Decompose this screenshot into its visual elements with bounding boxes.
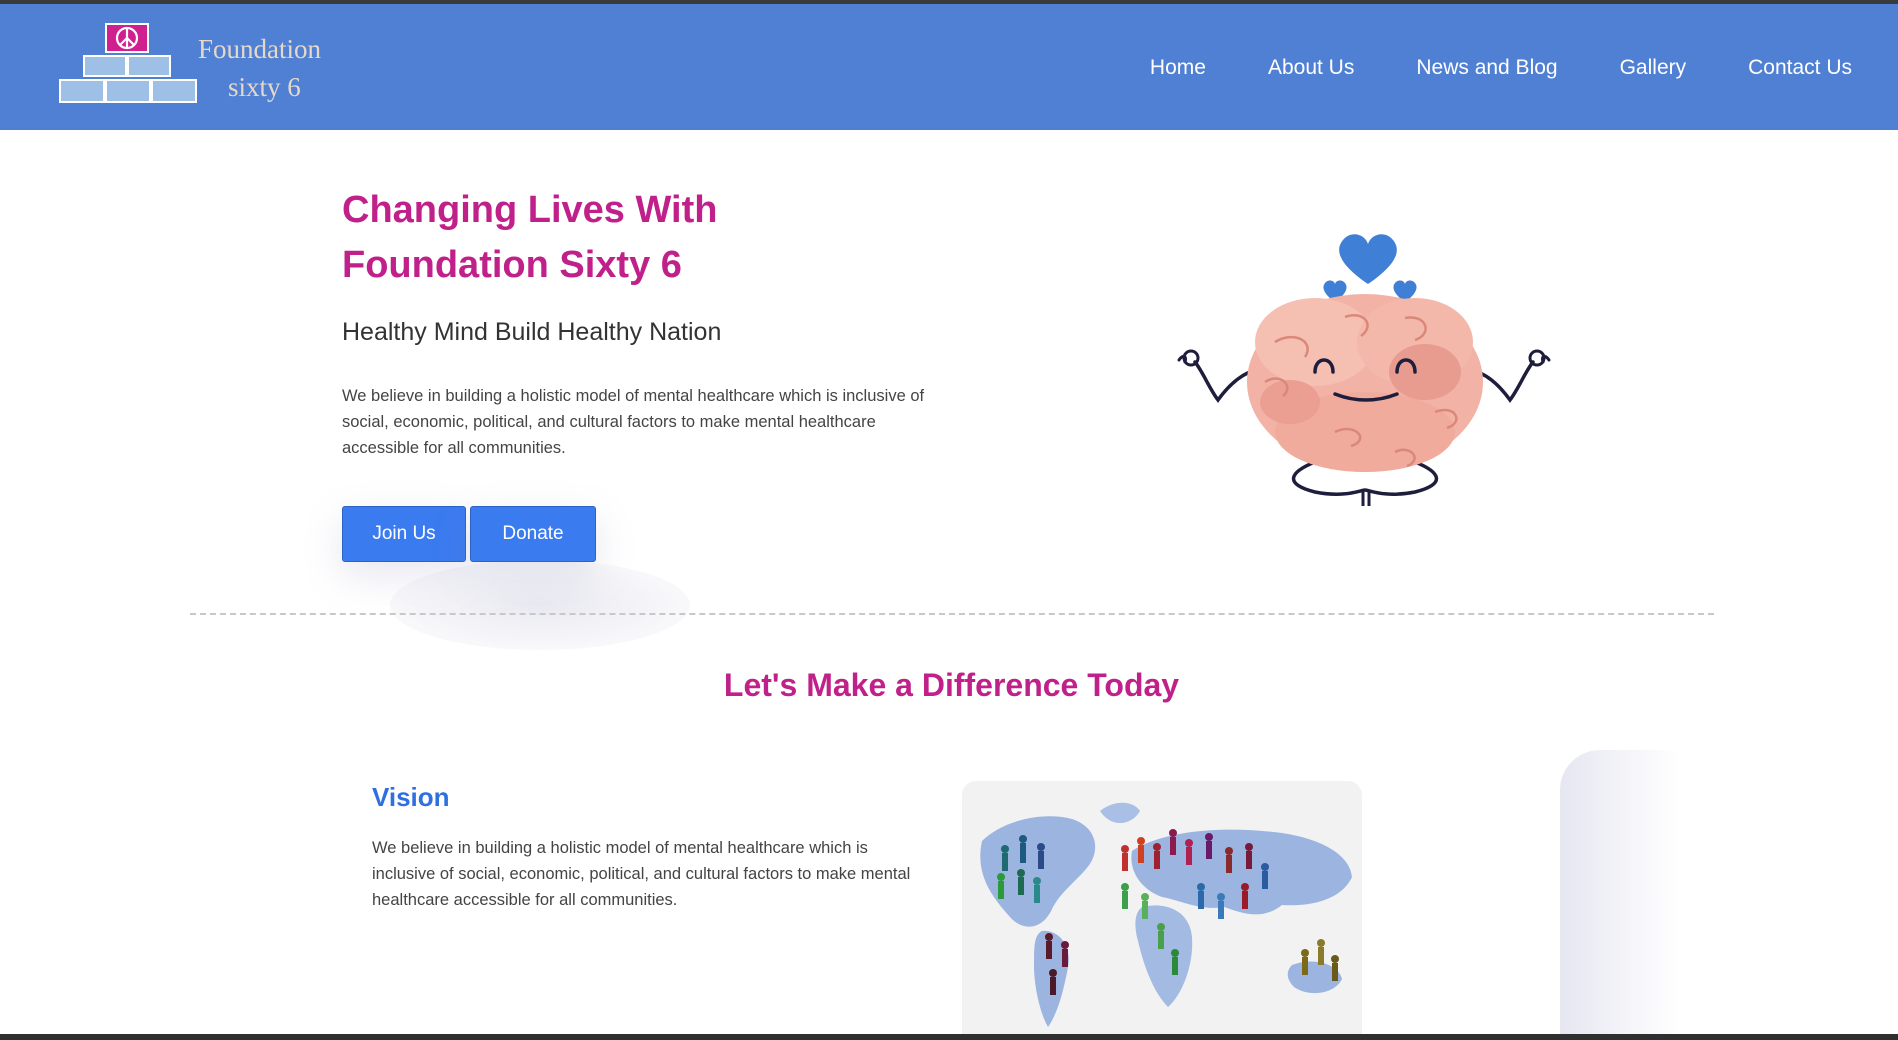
world-map-people-image [962, 781, 1362, 1034]
meditating-brain-icon [1177, 234, 1551, 506]
site-header: Foundation sixty 6 Home About Us News an… [0, 4, 1898, 130]
nav-contact-us[interactable]: Contact Us [1748, 56, 1852, 80]
logo-text-line2: sixty 6 [228, 72, 301, 102]
logo-text-line1: Foundation [198, 34, 322, 64]
nav-gallery[interactable]: Gallery [1620, 56, 1687, 80]
hero-title: Changing Lives With Foundation Sixty 6 [342, 183, 862, 293]
main-nav: Home About Us News and Blog Gallery Cont… [1088, 56, 1852, 80]
section-divider [190, 613, 1714, 615]
join-us-button[interactable]: Join Us [342, 506, 466, 562]
site-logo[interactable]: Foundation sixty 6 [58, 22, 338, 112]
nav-news-and-blog[interactable]: News and Blog [1416, 56, 1557, 80]
vision-description: We believe in building a holistic model … [372, 839, 911, 909]
window-frame-bottom [0, 1034, 1898, 1040]
decorative-side-shadow [1560, 750, 1680, 1034]
hero-description: We believe in building a holistic model … [342, 387, 925, 457]
hero-title-line1: Changing Lives With [342, 189, 718, 231]
brick-peace-logo-icon [59, 23, 197, 103]
world-map-people-icon [980, 802, 1352, 1027]
button-shadow-decoration [390, 560, 690, 650]
nav-about-us[interactable]: About Us [1268, 56, 1354, 80]
hero-title-line2: Foundation Sixty 6 [342, 244, 682, 286]
section-title: Let's Make a Difference Today [723, 667, 1180, 703]
hero-subtitle: Healthy Mind Build Healthy Nation [342, 318, 722, 346]
nav-home[interactable]: Home [1150, 56, 1206, 80]
vision-title: Vision [372, 782, 450, 812]
donate-button[interactable]: Donate [470, 506, 596, 562]
